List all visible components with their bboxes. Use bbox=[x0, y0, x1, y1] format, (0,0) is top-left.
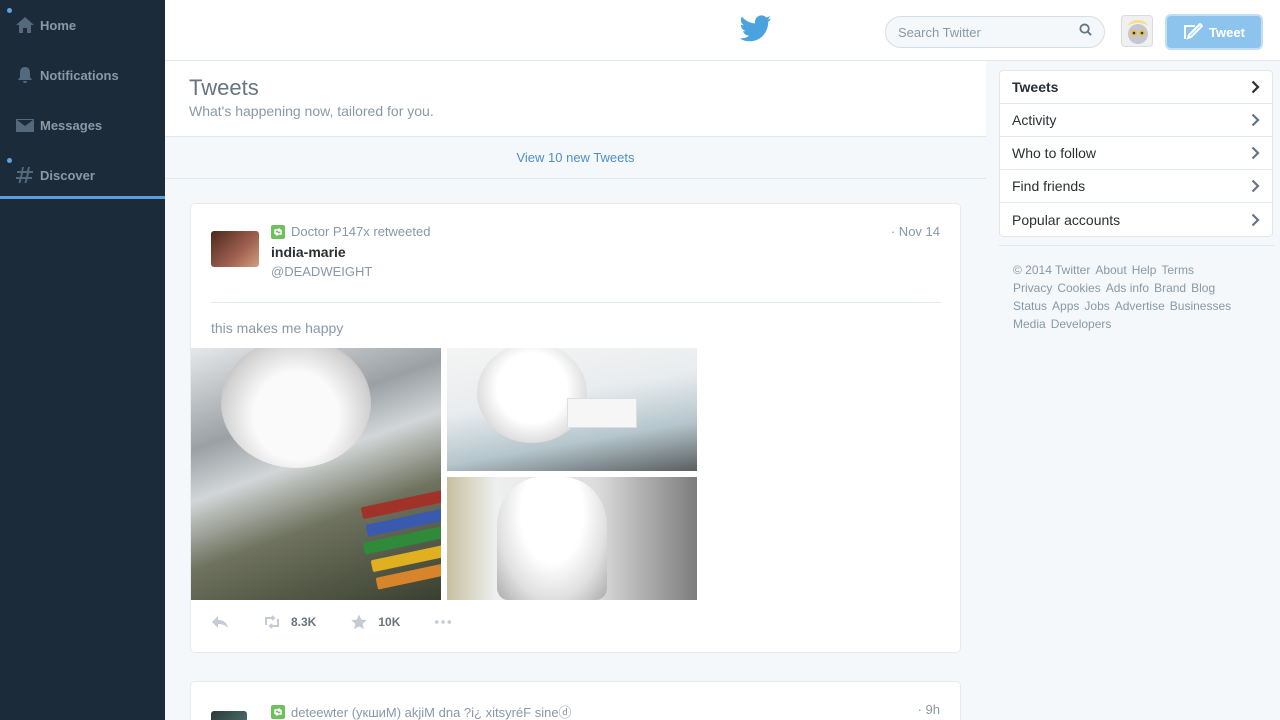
tweet-card[interactable]: Doctor P147x retweeted india-marie @DEAD… bbox=[190, 203, 961, 653]
unread-dot bbox=[7, 158, 12, 163]
tweet-timestamp[interactable]: · Nov 14 bbox=[891, 224, 940, 239]
sidebar-item-messages[interactable]: Messages bbox=[0, 100, 165, 150]
favorite-button[interactable]: 10K bbox=[350, 614, 400, 630]
tweet-photo[interactable] bbox=[447, 477, 697, 600]
compose-tweet-button[interactable]: Tweet bbox=[1167, 16, 1261, 48]
compose-icon bbox=[1184, 23, 1204, 40]
footer-divider bbox=[999, 245, 1275, 246]
right-nav-item-activity[interactable]: Activity bbox=[1000, 104, 1272, 137]
reply-button[interactable] bbox=[211, 614, 229, 630]
tweet-divider bbox=[211, 302, 941, 303]
twitter-bird-icon[interactable] bbox=[739, 15, 772, 43]
tweet-author-handle[interactable]: @DEADWEIGHT bbox=[271, 264, 372, 279]
tweet-button-label: Tweet bbox=[1209, 24, 1245, 40]
footer-links: © 2014 Twitter About Help Terms Privacy Cook… bbox=[1013, 261, 1263, 333]
bell-icon bbox=[14, 64, 36, 86]
page-subtitle: What's happening now, tailored for you. bbox=[189, 103, 434, 119]
search-icon[interactable] bbox=[1079, 23, 1092, 41]
envelope-icon bbox=[14, 114, 36, 136]
left-sidebar: Home Notifications Messages Discover bbox=[0, 0, 165, 720]
right-nav: Tweets Activity Who to follow Find frien… bbox=[999, 70, 1273, 237]
search-box[interactable] bbox=[885, 16, 1105, 48]
home-icon bbox=[14, 14, 36, 36]
tweet-author-avatar[interactable] bbox=[211, 231, 259, 267]
cat-shape bbox=[477, 348, 587, 443]
sidebar-item-label: Discover bbox=[40, 167, 95, 183]
right-nav-item-popular-accounts[interactable]: Popular accounts bbox=[1000, 203, 1272, 236]
chevron-right-icon bbox=[1251, 80, 1260, 94]
tweet-photo[interactable] bbox=[191, 348, 441, 600]
sidebar-active-indicator bbox=[0, 196, 165, 199]
footer-link-developers[interactable]: Developers bbox=[1051, 317, 1112, 331]
unread-dot bbox=[7, 8, 12, 13]
search-input[interactable] bbox=[898, 24, 1079, 40]
retweeted-by-text[interactable]: deteewter (укшиМ) akjiM dna ?i¿ xitsyréF… bbox=[291, 702, 572, 720]
retweet-context: deteewter (укшиМ) akjiM dna ?i¿ xitsyréF… bbox=[271, 702, 572, 720]
more-button[interactable] bbox=[434, 614, 452, 630]
retweet-count: 8.3K bbox=[291, 615, 317, 629]
retweeted-by-text[interactable]: Doctor P147x retweeted bbox=[291, 224, 430, 239]
tweet-timestamp[interactable]: · 9h bbox=[918, 702, 940, 717]
hashtag-icon bbox=[14, 164, 36, 186]
box-shape bbox=[567, 398, 637, 428]
retweet-button[interactable]: 8.3K bbox=[263, 614, 316, 630]
right-nav-item-find-friends[interactable]: Find friends bbox=[1000, 170, 1272, 203]
chevron-right-icon bbox=[1251, 146, 1260, 160]
footer-link-businesses[interactable]: Businesses bbox=[1170, 299, 1231, 313]
cat-shape bbox=[497, 477, 607, 600]
chevron-right-icon bbox=[1251, 213, 1260, 226]
right-nav-label: Find friends bbox=[1012, 178, 1086, 194]
cat-shape bbox=[221, 348, 371, 468]
footer-link-cookies[interactable]: Cookies bbox=[1057, 281, 1100, 295]
footer-link-privacy[interactable]: Privacy bbox=[1013, 281, 1052, 295]
more-dots-icon bbox=[435, 620, 452, 624]
timeline-header: Tweets What's happening now, tailored fo… bbox=[165, 61, 986, 137]
footer-link-about[interactable]: About bbox=[1095, 263, 1126, 277]
footer-link-advertise[interactable]: Advertise bbox=[1115, 299, 1165, 313]
sidebar-item-home[interactable]: Home bbox=[0, 0, 165, 50]
retweet-icon bbox=[265, 615, 279, 629]
star-icon bbox=[351, 614, 368, 630]
page-title: Tweets bbox=[189, 75, 259, 100]
right-nav-label: Who to follow bbox=[1012, 145, 1097, 161]
tweet-author-name[interactable]: india-marie bbox=[271, 244, 346, 260]
tweet-card[interactable]: deteewter (укшиМ) akjiM dna ?i¿ xitsyréF… bbox=[190, 681, 961, 720]
tweet-author-avatar[interactable] bbox=[211, 711, 247, 720]
sidebar-item-label: Home bbox=[40, 17, 77, 33]
sidebar-item-label: Messages bbox=[40, 117, 103, 133]
footer-link-brand[interactable]: Brand bbox=[1154, 281, 1186, 295]
right-nav-item-who-to-follow[interactable]: Who to follow bbox=[1000, 137, 1272, 170]
avatar[interactable] bbox=[1121, 15, 1153, 47]
reply-icon bbox=[212, 616, 228, 628]
tweet-photo[interactable] bbox=[447, 348, 697, 471]
footer-link-ads-info[interactable]: Ads info bbox=[1106, 281, 1149, 295]
main-timeline: Tweets What's happening now, tailored fo… bbox=[165, 61, 986, 720]
footer-link-media[interactable]: Media bbox=[1013, 317, 1046, 331]
right-nav-label: Activity bbox=[1012, 112, 1057, 128]
tweet-actions: 8.3K 10K bbox=[211, 614, 486, 630]
retweet-badge-icon bbox=[271, 704, 285, 719]
footer-link-jobs[interactable]: Jobs bbox=[1084, 299, 1109, 313]
retweet-badge-icon bbox=[271, 224, 285, 239]
footer-link-terms[interactable]: Terms bbox=[1161, 263, 1194, 277]
footer-copyright: © 2014 Twitter bbox=[1013, 263, 1091, 277]
footer-link-status[interactable]: Status bbox=[1013, 299, 1047, 313]
footer-link-apps[interactable]: Apps bbox=[1052, 299, 1079, 313]
footer-link-blog[interactable]: Blog bbox=[1191, 281, 1215, 295]
chevron-right-icon bbox=[1251, 179, 1260, 193]
chevron-right-icon bbox=[1251, 113, 1260, 127]
sidebar-item-label: Notifications bbox=[40, 67, 119, 83]
right-nav-label: Popular accounts bbox=[1012, 211, 1121, 228]
sidebar-item-notifications[interactable]: Notifications bbox=[0, 50, 165, 100]
right-nav-item-tweets[interactable]: Tweets bbox=[1000, 71, 1272, 104]
new-tweets-bar[interactable]: View 10 new Tweets bbox=[165, 137, 986, 179]
retweet-context: Doctor P147x retweeted bbox=[271, 224, 430, 239]
right-nav-label: Tweets bbox=[1012, 79, 1059, 95]
tweet-text: this makes me happy bbox=[211, 320, 344, 336]
footer-link-help[interactable]: Help bbox=[1132, 263, 1157, 277]
top-bar: Tweet bbox=[165, 0, 1280, 61]
sidebar-item-discover[interactable]: Discover bbox=[0, 150, 165, 200]
favorite-count: 10K bbox=[378, 615, 401, 629]
